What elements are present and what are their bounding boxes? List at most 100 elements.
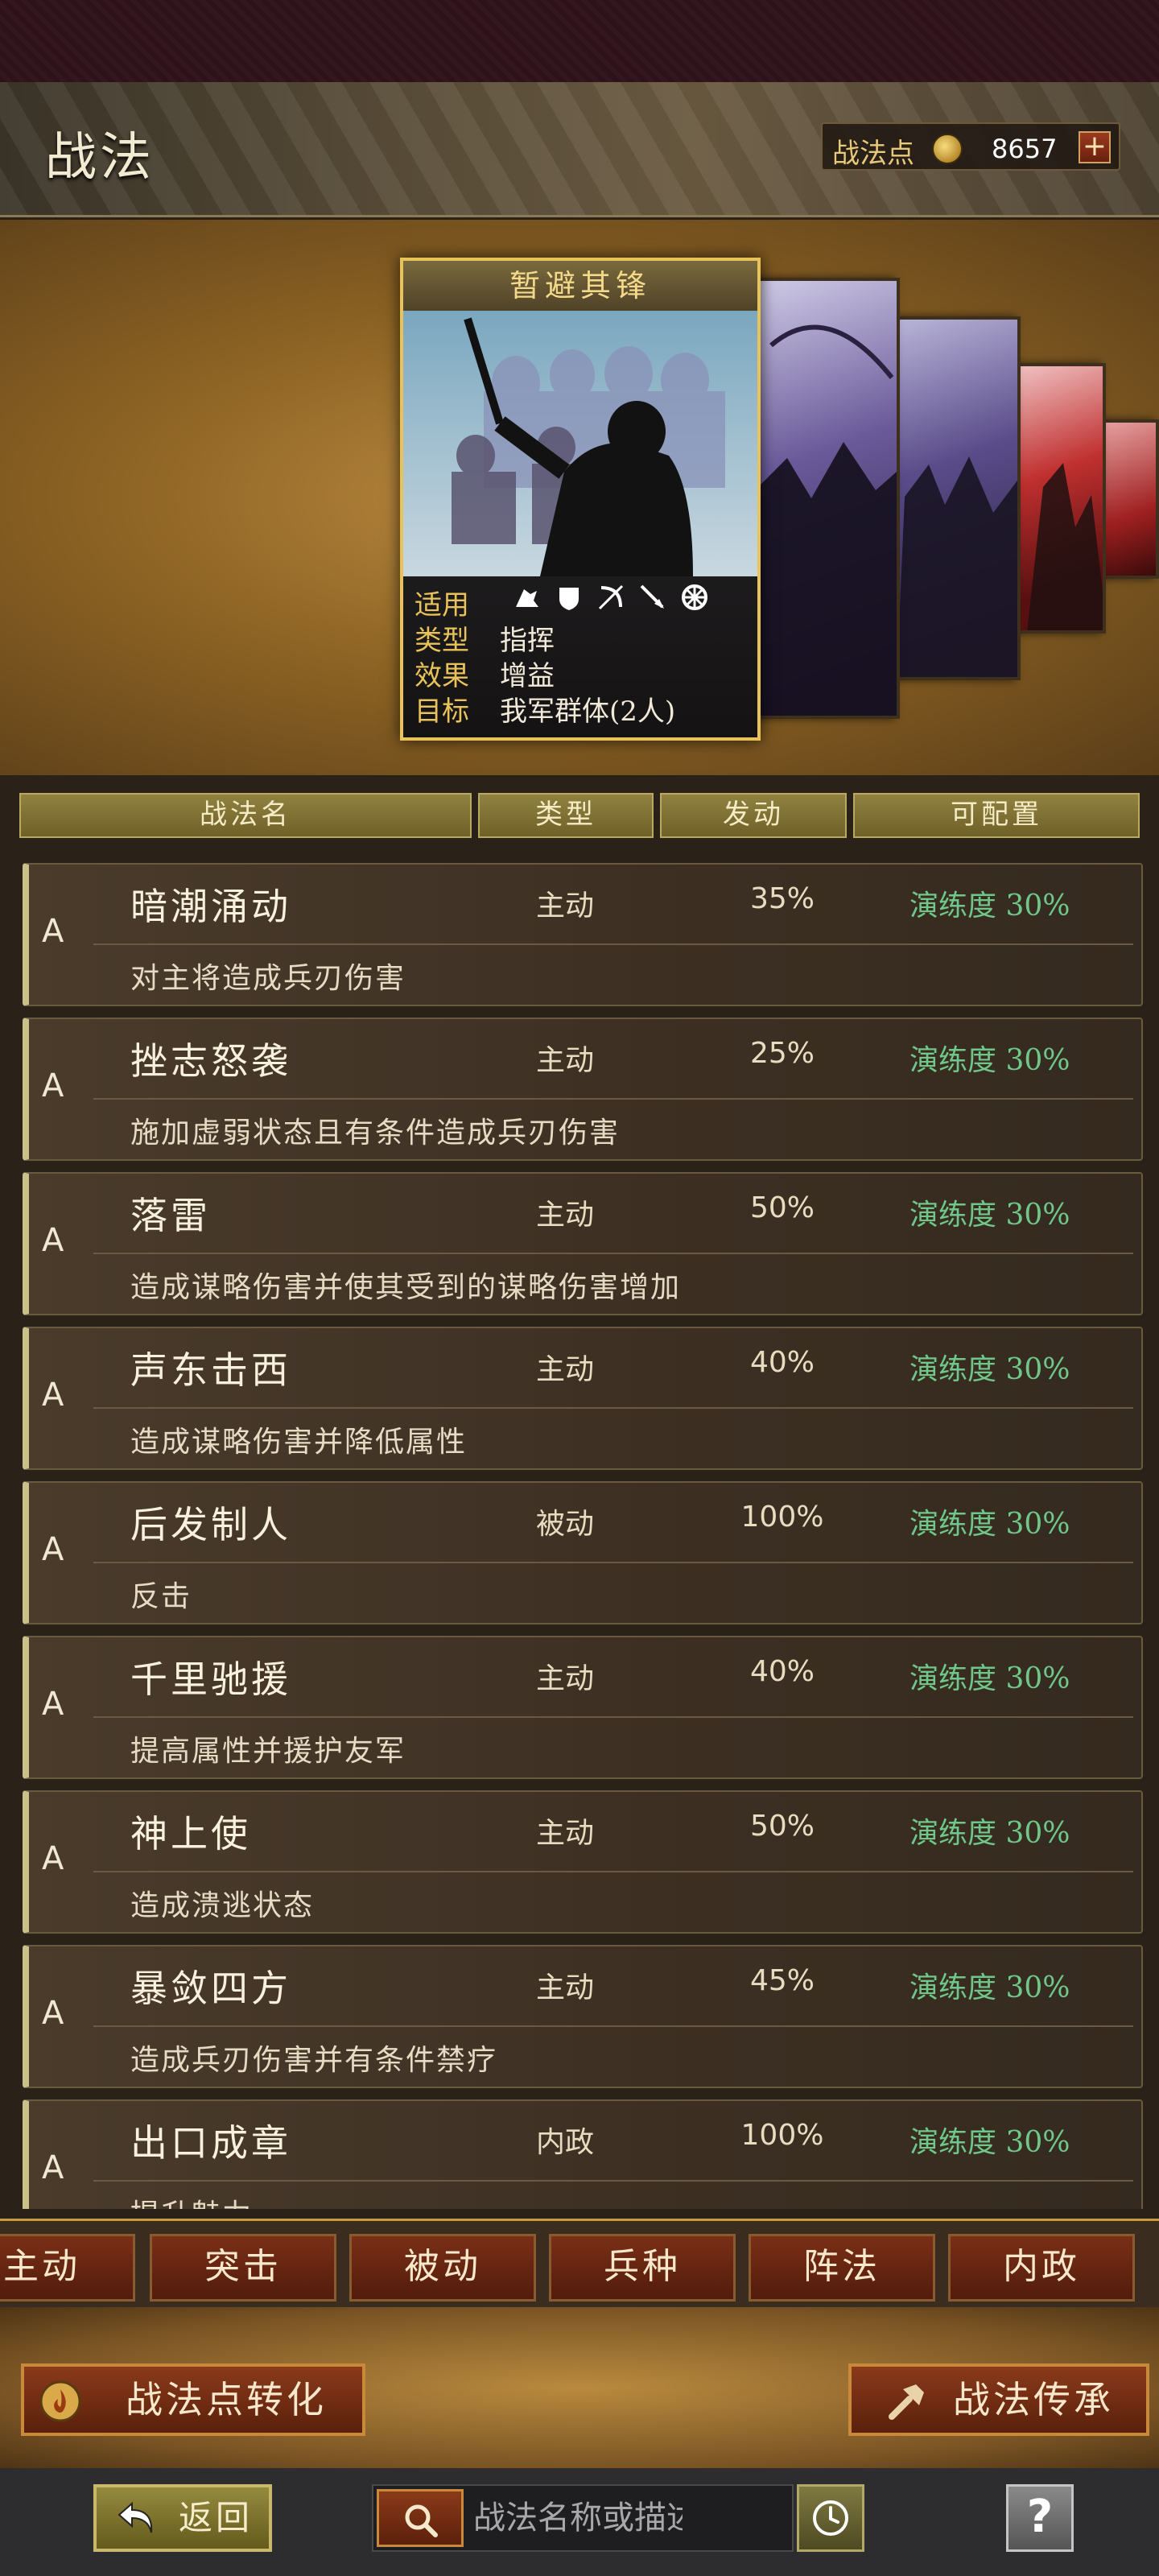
tactic-type: 主动 — [536, 1199, 595, 1232]
side-card-3[interactable] — [893, 316, 1021, 680]
row-divider — [93, 1407, 1133, 1409]
tactic-proficiency: 演练度 30% — [909, 1817, 1070, 1850]
action-area: 战法点转化 战法传承 — [0, 2307, 1159, 2468]
tactic-name: 出口成章 — [130, 2121, 291, 2165]
tactic-row[interactable]: A 出口成章 内政 100% 演练度 30% 提升魅力 — [23, 2099, 1143, 2209]
tactic-points-display: 战法点 8657 + — [821, 122, 1120, 171]
info-value: 增益 — [500, 660, 555, 692]
column-header-configurable[interactable]: 可配置 — [853, 793, 1140, 838]
tactic-proficiency: 演练度 30% — [909, 1199, 1070, 1232]
info-row-applicable: 适用 — [415, 583, 707, 621]
hammer-icon — [889, 2384, 924, 2420]
side-card-2[interactable] — [752, 278, 900, 719]
info-value: 我军群体(2人) — [500, 696, 676, 728]
tactic-description: 造成谋略伤害并使其受到的谋略伤害增加 — [130, 1271, 682, 1304]
featured-card-art — [403, 311, 757, 576]
unit-icons — [513, 583, 709, 612]
tactic-description: 提高属性并援护友军 — [130, 1735, 406, 1768]
tactic-grade: A — [42, 1686, 64, 1723]
tactic-list[interactable]: A 暗潮涌动 主动 35% 演练度 30% 对主将造成兵刃伤害 A 挫志怒袭 主… — [18, 852, 1145, 2209]
tactic-proficiency: 演练度 30% — [909, 1353, 1070, 1386]
search-input[interactable] — [473, 2489, 683, 2547]
tactic-grade: A — [42, 1531, 64, 1568]
search-button[interactable] — [377, 2489, 464, 2547]
info-key: 目标 — [415, 696, 469, 728]
filter-tab-formation[interactable]: 阵法 — [749, 2234, 935, 2301]
tactic-row[interactable]: A 挫志怒袭 主动 25% 演练度 30% 施加虚弱状态且有条件造成兵刃伤害 — [23, 1018, 1143, 1161]
column-header-type[interactable]: 类型 — [478, 793, 654, 838]
row-divider — [93, 1253, 1133, 1254]
filter-tab-internal[interactable]: 内政 — [948, 2234, 1135, 2301]
tactic-name: 暴敛四方 — [130, 1967, 291, 2010]
tactic-row[interactable]: A 千里驰援 主动 40% 演练度 30% 提高属性并援护友军 — [23, 1636, 1143, 1779]
filter-tab-active[interactable]: 主动 — [0, 2234, 135, 2301]
tactic-grade: A — [42, 2149, 64, 2186]
tactic-name: 千里驰援 — [130, 1657, 291, 1701]
tactic-type: 被动 — [536, 1508, 595, 1541]
row-divider — [93, 1098, 1133, 1100]
inherit-tactic-label: 战法传承 — [953, 2378, 1114, 2421]
side-card-5[interactable] — [1101, 419, 1159, 579]
side-card-2-art — [755, 324, 897, 716]
tactic-type: 主动 — [536, 890, 595, 923]
row-divider — [93, 1871, 1133, 1872]
back-label: 返回 — [179, 2498, 254, 2537]
wheel-icon — [682, 584, 707, 610]
info-key: 类型 — [415, 625, 469, 657]
bottom-toolbar: 返回 ? — [0, 2468, 1159, 2576]
tactic-rate: 50% — [749, 1810, 815, 1843]
tactic-row[interactable]: A 后发制人 被动 100% 演练度 30% 反击 — [23, 1481, 1143, 1624]
row-divider — [93, 1716, 1133, 1718]
tactic-grade: A — [42, 1222, 64, 1259]
tactic-proficiency: 演练度 30% — [909, 1662, 1070, 1695]
tactic-description: 造成溃逃状态 — [130, 1889, 315, 1922]
tactic-points-value: 8657 — [992, 134, 1058, 164]
tactic-grade: A — [42, 1840, 64, 1877]
row-divider — [93, 943, 1133, 945]
tactic-rate: 35% — [749, 882, 815, 915]
tactic-card-carousel[interactable]: 暂避其锋 适用 类型 指挥 效果 增益 目标 我军群体(2人) — [0, 220, 1159, 775]
tactic-row[interactable]: A 暴敛四方 主动 45% 演练度 30% 造成兵刃伤害并有条件禁疗 — [23, 1945, 1143, 2088]
featured-card-title: 暂避其锋 — [403, 261, 757, 311]
filter-tab-assault[interactable]: 突击 — [150, 2234, 336, 2301]
tactic-filter-bar[interactable]: 主动 突击 被动 兵种 阵法 内政 — [0, 2219, 1159, 2307]
info-key: 适用 — [415, 589, 469, 621]
side-card-3-art — [897, 456, 1017, 677]
featured-card-info: 适用 类型 指挥 效果 增益 目标 我军群体(2人) — [403, 576, 757, 737]
help-button[interactable]: ? — [1006, 2484, 1074, 2552]
tactic-proficiency: 演练度 30% — [909, 1971, 1070, 2004]
column-header-name[interactable]: 战法名 — [19, 793, 472, 838]
tactic-row[interactable]: A 暗潮涌动 主动 35% 演练度 30% 对主将造成兵刃伤害 — [23, 863, 1143, 1006]
tactic-description: 反击 — [130, 1580, 192, 1613]
add-points-button[interactable]: + — [1079, 131, 1111, 163]
search-bar — [372, 2484, 794, 2552]
tactic-row[interactable]: A 神上使 主动 50% 演练度 30% 造成溃逃状态 — [23, 1790, 1143, 1934]
tactic-description: 造成谋略伤害并降低属性 — [130, 1426, 468, 1459]
tactic-grade: A — [42, 1995, 64, 2032]
convert-points-label: 战法点转化 — [126, 2378, 327, 2421]
tactic-type: 主动 — [536, 1353, 595, 1386]
tactic-row[interactable]: A 声东击西 主动 40% 演练度 30% 造成谋略伤害并降低属性 — [23, 1327, 1143, 1470]
spear-icon — [640, 584, 664, 609]
coin-icon — [932, 134, 963, 164]
search-icon — [405, 2504, 438, 2537]
side-card-4[interactable] — [1016, 363, 1106, 634]
filter-tab-troop[interactable]: 兵种 — [549, 2234, 736, 2301]
convert-points-button[interactable]: 战法点转化 — [21, 2363, 365, 2436]
tactic-description: 施加虚弱状态且有条件造成兵刃伤害 — [130, 1117, 621, 1150]
tactic-description: 对主将造成兵刃伤害 — [130, 962, 406, 995]
history-button[interactable] — [797, 2484, 864, 2552]
column-header-trigger[interactable]: 发动 — [660, 793, 847, 838]
tactic-description: 造成兵刃伤害并有条件禁疗 — [130, 2044, 498, 2077]
shield-icon — [559, 588, 579, 610]
featured-tactic-card[interactable]: 暂避其锋 适用 类型 指挥 效果 增益 目标 我军群体(2人) — [400, 258, 761, 741]
inherit-tactic-button[interactable]: 战法传承 — [848, 2363, 1149, 2436]
tactic-name: 神上使 — [130, 1812, 251, 1856]
back-button[interactable]: 返回 — [93, 2484, 272, 2552]
row-divider — [93, 2180, 1133, 2182]
tactic-rate: 100% — [740, 1501, 824, 1534]
filter-tab-passive[interactable]: 被动 — [349, 2234, 536, 2301]
flame-coin-icon — [39, 2380, 81, 2422]
tactic-grade: A — [42, 1067, 64, 1104]
tactic-row[interactable]: A 落雷 主动 50% 演练度 30% 造成谋略伤害并使其受到的谋略伤害增加 — [23, 1172, 1143, 1315]
